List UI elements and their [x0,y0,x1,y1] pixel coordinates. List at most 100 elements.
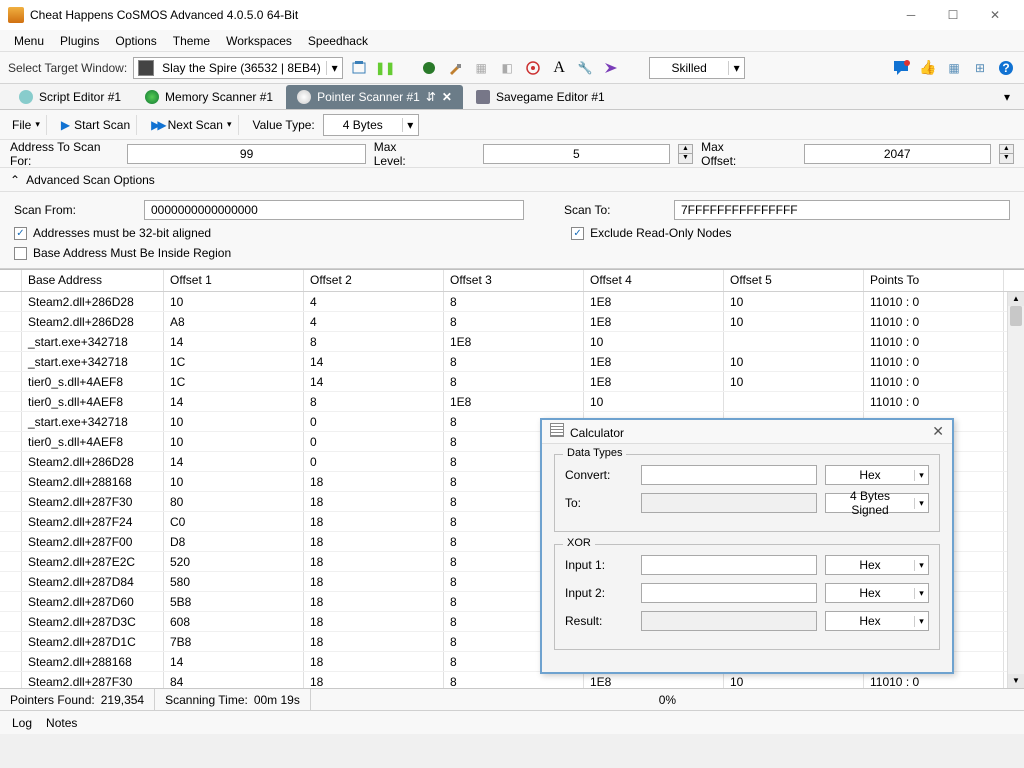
help-icon[interactable]: ? [996,58,1016,78]
value-type-combo[interactable]: 4 Bytes ▾ [323,114,419,136]
xor-result-type[interactable]: Hex▾ [825,611,929,631]
game-icon [138,60,154,76]
to-type-combo[interactable]: 4 Bytes Signed▾ [825,493,929,513]
tab-savegame-editor[interactable]: Savegame Editor #1 [465,85,616,109]
cb-32bit-aligned[interactable]: ✓ Addresses must be 32-bit aligned [14,226,211,240]
col-offset-2[interactable]: Offset 2 [304,270,444,291]
chevron-down-icon[interactable]: ▾ [728,61,744,75]
pointer-icon [297,90,311,104]
menu-theme[interactable]: Theme [165,31,218,51]
tabs-overflow-icon[interactable]: ▾ [998,90,1016,104]
xor-input1-type[interactable]: Hex▾ [825,555,929,575]
convert-type-combo[interactable]: Hex▾ [825,465,929,485]
max-offset-spinner[interactable]: ▲▼ [999,144,1014,164]
calculator-titlebar[interactable]: Calculator ✕ [542,420,952,444]
chevron-down-icon[interactable]: ▾ [402,118,418,132]
title-bar: Cheat Happens CoSMOS Advanced 4.0.5.0 64… [0,0,1024,30]
col-points-to[interactable]: Points To [864,270,1004,291]
play-icon: ▶ [61,118,70,132]
scanning-time-label: Scanning Time: [165,693,248,707]
max-level-input[interactable] [483,144,670,164]
menu-plugins[interactable]: Plugins [52,31,107,51]
xor-input2-label: Input 2: [565,586,633,600]
table-row[interactable]: Steam2.dll+286D2810481E81011010 : 0 [0,292,1024,312]
max-level-spinner[interactable]: ▲▼ [678,144,693,164]
tab-pointer-scanner[interactable]: Pointer Scanner #1 ⇵ ✕ [286,85,463,109]
calculator-icon [550,423,564,437]
menu-speedhack[interactable]: Speedhack [300,31,376,51]
minimize-button[interactable]: ─ [890,1,932,29]
grid-icon[interactable]: ▦ [944,58,964,78]
col-base-address[interactable]: Base Address [22,270,164,291]
scroll-down-icon[interactable]: ▼ [1008,674,1024,688]
scroll-up-icon[interactable]: ▲ [1008,292,1024,306]
status-bar: Log Notes [0,710,1024,734]
maximize-button[interactable]: ☐ [932,1,974,29]
close-button[interactable]: ✕ [974,1,1016,29]
stack-icon[interactable]: ▦ [471,58,491,78]
calculator-close-icon[interactable]: ✕ [932,423,944,440]
chevron-down-icon[interactable]: ▾ [326,61,342,75]
cube-icon[interactable]: ◧ [497,58,517,78]
scan-from-input[interactable] [144,200,524,220]
tab-memory-scanner[interactable]: Memory Scanner #1 [134,85,284,109]
col-offset-5[interactable]: Offset 5 [724,270,864,291]
thumb-icon[interactable]: 👍 [918,58,938,78]
col-offset-1[interactable]: Offset 1 [164,270,304,291]
menu-menu[interactable]: Menu [6,31,52,51]
table-row[interactable]: tier0_s.dll+4AEF81C1481E81011010 : 0 [0,372,1024,392]
vs-icon[interactable] [601,58,621,78]
pointers-found-label: Pointers Found: [10,693,95,707]
to-output [641,493,817,513]
skill-combo[interactable]: Skilled ▾ [649,57,745,79]
pause-icon[interactable]: ❚❚ [375,58,395,78]
target-icon[interactable] [523,58,543,78]
font-icon[interactable]: A [549,58,569,78]
wrench-icon[interactable]: 🔧 [575,58,595,78]
address-scan-input[interactable] [127,144,365,164]
close-tab-icon[interactable]: ✕ [442,90,452,104]
xor-input2[interactable] [641,583,817,603]
refresh-icon[interactable] [349,58,369,78]
xor-input1[interactable] [641,555,817,575]
calc-icon[interactable]: ⊞ [970,58,990,78]
scroll-thumb[interactable] [1010,306,1022,326]
cb-base-inside-region[interactable]: Base Address Must Be Inside Region [14,246,231,260]
max-offset-label: Max Offset: [701,140,759,168]
target-window-combo[interactable]: ▾ [133,57,343,79]
target-window-input[interactable] [158,58,326,78]
brush-icon[interactable] [445,58,465,78]
xor-result-label: Result: [565,614,633,628]
xor-input2-type[interactable]: Hex▾ [825,583,929,603]
calculator-dialog: Calculator ✕ Data Types Convert: Hex▾ To… [540,418,954,674]
table-row[interactable]: Steam2.dll+286D28A8481E81011010 : 0 [0,312,1024,332]
cb-exclude-readonly[interactable]: ✓ Exclude Read-Only Nodes [571,226,731,240]
table-row[interactable]: _start.exe+3427181C1481E81011010 : 0 [0,352,1024,372]
pin-icon[interactable]: ⇵ [426,90,436,104]
col-offset-3[interactable]: Offset 3 [444,270,584,291]
status-log[interactable]: Log [12,716,32,730]
chat-icon[interactable] [892,58,912,78]
menu-options[interactable]: Options [107,31,164,51]
address-bar: Address To Scan For: Max Level: ▲▼ Max O… [0,140,1024,168]
scan-to-input[interactable] [674,200,1010,220]
convert-input[interactable] [641,465,817,485]
scan-to-label: Scan To: [564,203,664,217]
menu-workspaces[interactable]: Workspaces [218,31,300,51]
status-notes[interactable]: Notes [46,716,77,730]
advanced-options-header[interactable]: ⌃ Advanced Scan Options [0,168,1024,192]
tab-script-editor[interactable]: Script Editor #1 [8,85,132,109]
window-title: Cheat Happens CoSMOS Advanced 4.0.5.0 64… [30,8,298,22]
table-row[interactable]: tier0_s.dll+4AEF81481E81011010 : 0 [0,392,1024,412]
file-dropdown[interactable]: File▾ [6,115,47,135]
col-offset-4[interactable]: Offset 4 [584,270,724,291]
start-scan-button[interactable]: ▶ Start Scan [55,115,137,135]
max-offset-input[interactable] [804,144,991,164]
app-icon [8,7,24,23]
table-row[interactable]: Steam2.dll+287F30841881E81011010 : 0 [0,672,1024,688]
next-scan-button[interactable]: ▶▶ Next Scan▾ [145,115,238,135]
record-icon[interactable] [419,58,439,78]
toolbar: Select Target Window: ▾ ❚❚ ▦ ◧ A 🔧 Skill… [0,52,1024,84]
table-row[interactable]: _start.exe+3427181481E81011010 : 0 [0,332,1024,352]
vertical-scrollbar[interactable]: ▲ ▼ [1007,292,1024,688]
